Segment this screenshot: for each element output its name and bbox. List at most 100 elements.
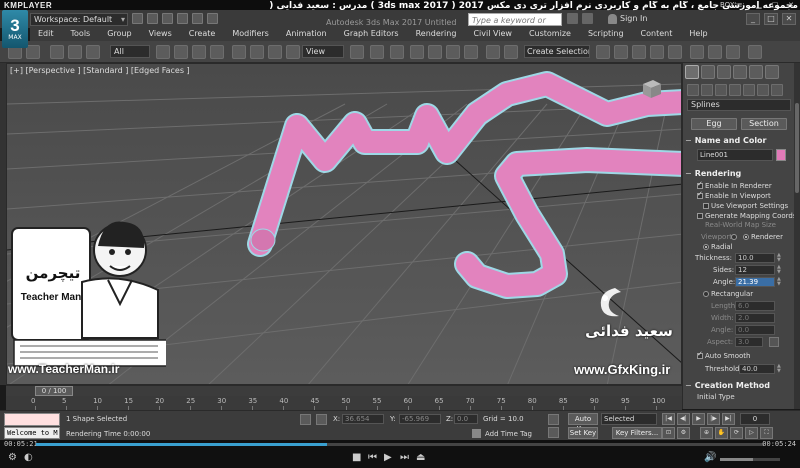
player-volume-slider[interactable] [720, 458, 780, 461]
y-coordinate-input[interactable]: -65.969 [399, 414, 441, 424]
field-of-view-icon[interactable]: ▷ [745, 427, 758, 439]
display-tab-icon[interactable] [749, 65, 763, 79]
edit-named-selection-icon[interactable] [486, 45, 500, 59]
binoculars-icon[interactable] [567, 13, 578, 24]
thickness-spinner[interactable]: ▲ ▼ [777, 253, 782, 263]
rotate-icon[interactable] [250, 45, 264, 59]
link-icon[interactable] [50, 45, 64, 59]
renderable-spline[interactable] [247, 71, 682, 299]
geometry-icon[interactable] [687, 84, 699, 96]
sign-in-link[interactable]: Sign In [620, 14, 647, 23]
window-crossing-icon[interactable] [210, 45, 224, 59]
project-folder-icon[interactable] [207, 13, 218, 24]
angle-snap-icon[interactable] [428, 45, 442, 59]
select-by-name-icon[interactable] [174, 45, 188, 59]
use-viewport-settings-checkbox[interactable] [703, 203, 709, 209]
sides-spinner[interactable]: ▲ ▼ [777, 265, 782, 275]
select-manipulate-icon[interactable] [370, 45, 384, 59]
renderer-radio[interactable] [743, 234, 749, 240]
menu-views[interactable]: Views [141, 28, 181, 41]
go-to-end-icon[interactable]: ▶| [722, 413, 735, 425]
percent-snap-icon[interactable] [446, 45, 460, 59]
maximize-viewport-icon[interactable]: ⛶ [760, 427, 773, 439]
player-next-icon[interactable]: ⏭ [400, 452, 409, 463]
generate-mapping-checkbox[interactable] [697, 213, 703, 219]
length-input[interactable]: 6.0 [735, 301, 775, 311]
menu-animation[interactable]: Animation [278, 28, 336, 41]
menu-tools[interactable]: Tools [63, 28, 100, 41]
player-3d-icon[interactable]: ◐ [24, 452, 33, 463]
helpers-icon[interactable] [743, 84, 755, 96]
threshold-spinner[interactable]: ▲ ▼ [777, 364, 782, 374]
player-stop-icon[interactable]: ■ [352, 452, 361, 463]
time-tag-icon[interactable] [472, 429, 481, 438]
app-logo[interactable]: 3 MAX [2, 10, 28, 48]
cameras-icon[interactable] [729, 84, 741, 96]
time-slider-thumb[interactable]: 0 / 100 [35, 386, 73, 396]
select-object-icon[interactable] [156, 45, 170, 59]
snap-toggle-icon[interactable] [410, 45, 424, 59]
command-panel-scrollbar[interactable] [794, 63, 800, 409]
pivot-center-icon[interactable] [350, 45, 364, 59]
space-warps-icon[interactable] [757, 84, 769, 96]
player-settings-icon[interactable]: ⚙ [8, 452, 17, 463]
thickness-input[interactable]: 10.0 [735, 253, 775, 263]
modify-tab-icon[interactable] [701, 65, 715, 79]
render-production-icon[interactable] [726, 45, 740, 59]
go-to-start-icon[interactable]: |◀ [662, 413, 675, 425]
align-icon[interactable] [596, 45, 610, 59]
app-close-icon[interactable]: ✕ [782, 13, 796, 25]
redo-icon[interactable] [192, 13, 203, 24]
schematic-view-icon[interactable] [650, 45, 664, 59]
keyboard-shortcut-icon[interactable] [390, 45, 404, 59]
key-mode-icon[interactable] [548, 414, 559, 425]
pan-view-icon[interactable]: ✋ [715, 427, 728, 439]
object-name-input[interactable]: Line001 [697, 149, 773, 161]
creation-method-section[interactable]: Creation Method [685, 381, 791, 390]
menu-graph-editors[interactable]: Graph Editors [336, 28, 408, 41]
player-eject-icon[interactable]: ⏏ [416, 452, 425, 463]
reference-coordinate-dropdown[interactable]: View [302, 45, 344, 58]
menu-edit[interactable]: Edit [30, 28, 63, 41]
enable-in-renderer-checkbox[interactable] [697, 180, 703, 189]
open-file-icon[interactable] [147, 13, 158, 24]
threshold-input[interactable]: 40.0 [739, 364, 775, 374]
object-color-swatch[interactable] [776, 149, 786, 161]
named-selection-set-dropdown[interactable]: Create Selection Se [524, 45, 590, 58]
name-and-color-section[interactable]: Name and Color [685, 136, 791, 145]
menu-civil-view[interactable]: Civil View [465, 28, 521, 41]
maxscript-mini-listener[interactable] [4, 413, 60, 426]
menu-customize[interactable]: Customize [521, 28, 580, 41]
angle-spinner[interactable]: ▲ ▼ [777, 277, 782, 287]
current-frame-input[interactable]: 0 [740, 413, 770, 425]
shapes-icon[interactable] [701, 84, 713, 96]
rectangular-radio[interactable] [703, 291, 709, 297]
auto-key-button[interactable]: Auto Key [568, 413, 598, 433]
bind-space-warp-icon[interactable] [86, 45, 100, 59]
menu-rendering[interactable]: Rendering [408, 28, 466, 41]
section-button[interactable]: Section [741, 118, 787, 130]
rectangular-selection-icon[interactable] [192, 45, 206, 59]
material-editor-icon[interactable] [668, 45, 682, 59]
previous-frame-icon[interactable]: ◀| [677, 413, 690, 425]
unlink-icon[interactable] [68, 45, 82, 59]
play-icon[interactable]: ▶ [692, 413, 705, 425]
x-coordinate-input[interactable]: 36.654 [342, 414, 384, 424]
zoom-extents-icon[interactable]: ⊕ [700, 427, 713, 439]
key-set-dropdown[interactable]: Selected [601, 413, 657, 425]
menu-scripting[interactable]: Scripting [580, 28, 633, 41]
player-progress-bar[interactable] [36, 443, 764, 446]
placement-icon[interactable] [286, 45, 300, 59]
menu-help[interactable]: Help [681, 28, 716, 41]
lock-selection-icon[interactable] [300, 414, 311, 425]
move-icon[interactable] [232, 45, 246, 59]
aspect-input[interactable]: 3.0 [735, 337, 763, 347]
search-input[interactable]: Type a keyword or phrase [468, 13, 562, 38]
radial-radio[interactable] [703, 244, 709, 250]
time-configuration-icon[interactable]: ⚙ [677, 427, 690, 439]
menu-create[interactable]: Create [181, 28, 225, 41]
menu-group[interactable]: Group [99, 28, 140, 41]
player-volume-icon[interactable]: 🔊 [704, 452, 716, 463]
utilities-tab-icon[interactable] [765, 65, 779, 79]
angle-input[interactable]: 21.39 [735, 277, 775, 287]
